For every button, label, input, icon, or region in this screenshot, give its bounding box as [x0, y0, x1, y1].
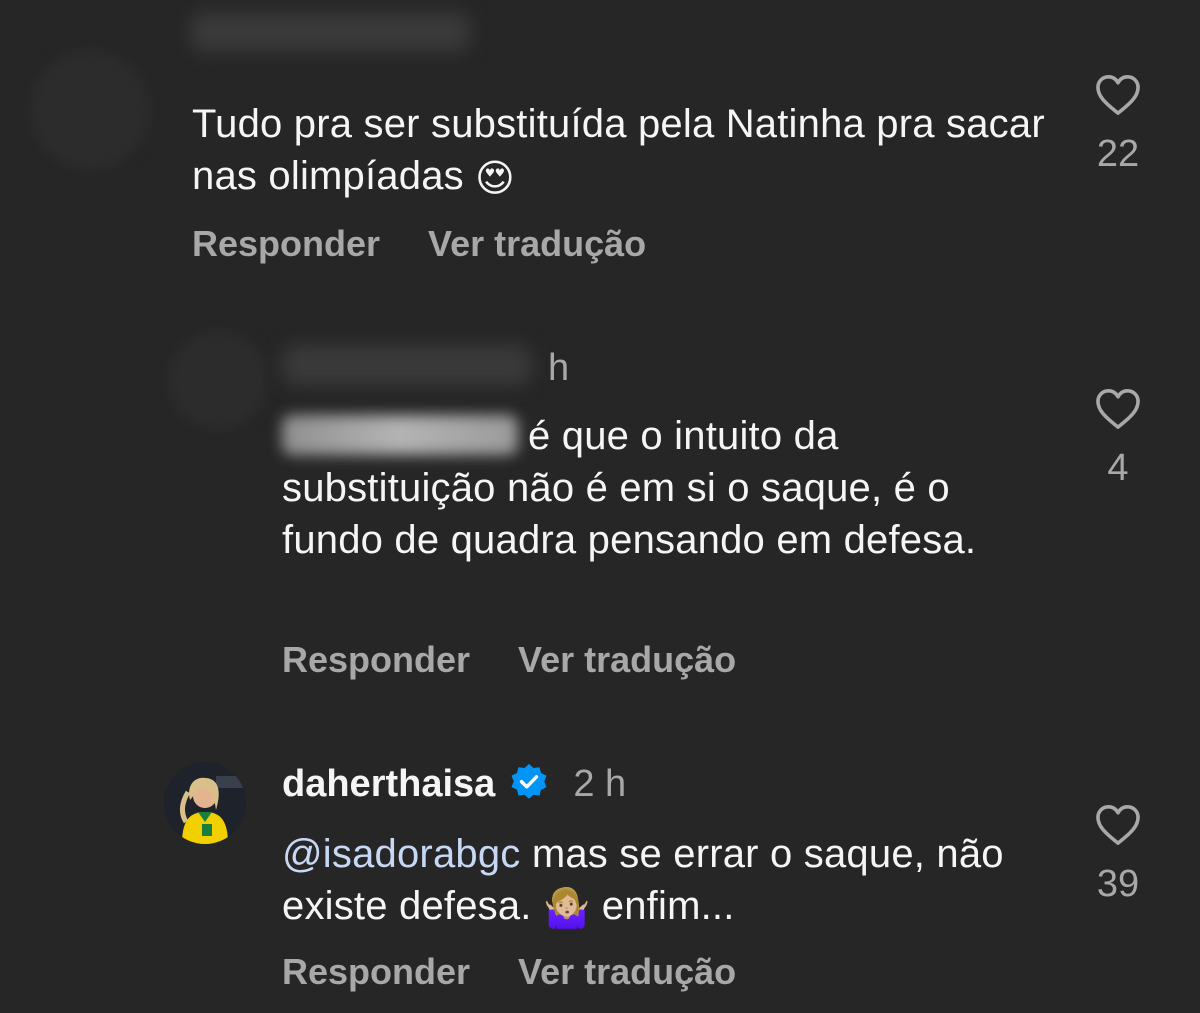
reply-button[interactable]: Responder: [282, 952, 470, 992]
blurred-avatar: [30, 50, 150, 170]
see-translation-button[interactable]: Ver tradução: [518, 952, 736, 992]
blurred-username: [282, 345, 532, 385]
comment-meta: daherthaisa 2 h: [282, 762, 626, 806]
profile-photo: [164, 762, 246, 844]
comment-body-part2: enfim...: [590, 884, 735, 928]
heart-outline-icon: [1096, 389, 1140, 429]
heart-outline-icon: [1096, 75, 1140, 115]
comment-text: é que o intuito da substituição não é em…: [282, 410, 1062, 566]
reply-button[interactable]: Responder: [192, 224, 380, 264]
comment-time: h: [548, 347, 570, 389]
comment-actions: Responder Ver tradução: [282, 952, 736, 992]
like-button[interactable]: 22: [1088, 74, 1148, 174]
avatar[interactable]: [164, 762, 246, 844]
comment-text: @isadorabgc mas se errar o saque, não ex…: [282, 828, 1062, 935]
like-count: 4: [1107, 447, 1129, 489]
comment-actions: Responder Ver tradução: [282, 640, 736, 680]
see-translation-button[interactable]: Ver tradução: [428, 224, 646, 264]
see-translation-button[interactable]: Ver tradução: [518, 640, 736, 680]
comment-actions: Responder Ver tradução: [192, 224, 646, 264]
comment-body: Tudo pra ser substituída pela Natinha pr…: [192, 102, 1045, 198]
comment-time: 2 h: [573, 763, 627, 805]
mention-link[interactable]: @isadorabgc: [282, 832, 521, 876]
like-button[interactable]: 39: [1088, 804, 1148, 904]
shrug-emoji: 🤷🏼‍♀️: [542, 888, 591, 930]
username-link[interactable]: daherthaisa: [282, 763, 495, 805]
verified-badge-icon: [511, 764, 547, 799]
like-button[interactable]: 4: [1088, 388, 1148, 488]
comments-screen: Tudo pra ser substituída pela Natinha pr…: [0, 0, 1200, 1013]
heart-outline-icon: [1096, 805, 1140, 845]
like-count: 39: [1096, 863, 1140, 905]
blurred-username: [190, 12, 470, 52]
blurred-mention: [282, 415, 518, 455]
heart-eyes-emoji: 😍: [475, 158, 515, 200]
comment-meta: h: [548, 346, 569, 390]
comment-text: Tudo pra ser substituída pela Natinha pr…: [192, 98, 1052, 205]
blurred-avatar: [168, 330, 268, 430]
reply-button[interactable]: Responder: [282, 640, 470, 680]
like-count: 22: [1096, 133, 1140, 175]
